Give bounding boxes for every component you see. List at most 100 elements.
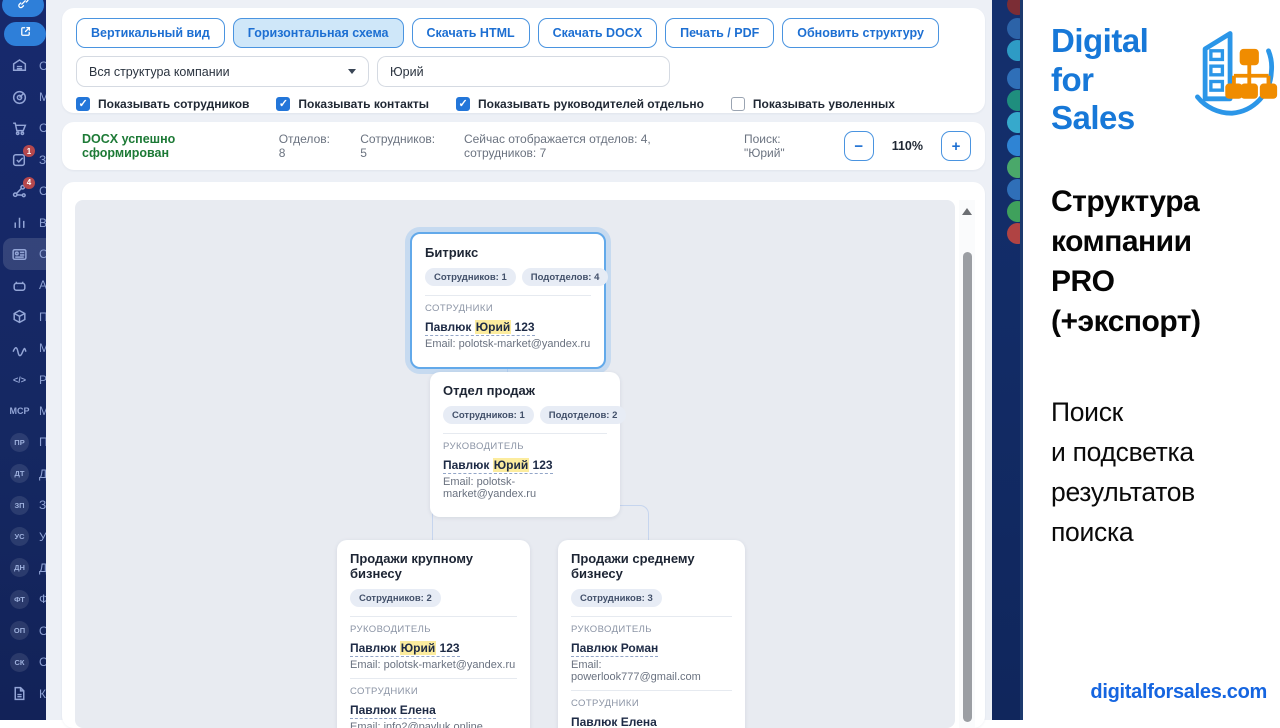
ft-initials-icon: ФТ	[10, 590, 29, 609]
avatar[interactable]	[1007, 179, 1020, 200]
crm-network-icon: 4	[10, 182, 29, 201]
employee-email: Email: powerlook777@gmail.com	[571, 659, 732, 683]
avatar[interactable]	[1007, 135, 1020, 156]
tasks-count-badge: 1	[23, 145, 35, 157]
divider	[350, 616, 517, 617]
refresh-structure-button[interactable]: Обновить структуру	[782, 18, 939, 48]
employee-link[interactable]: Павлюк Елена	[571, 714, 657, 728]
department-badges: Сотрудников: 1 Подотделов: 4	[425, 268, 591, 286]
sidebar-item-ai[interactable]: А	[0, 270, 46, 301]
scroll-up-arrow-icon[interactable]	[962, 208, 972, 215]
departments-count: Отделов: 8	[279, 132, 337, 160]
sidebar-item-pr[interactable]: ПР П	[0, 427, 46, 458]
sidebar-item-us[interactable]: УС У	[0, 521, 46, 552]
department-title: Отдел продаж	[443, 383, 607, 398]
dn-initials-icon: ДН	[10, 558, 29, 577]
structure-filter-select[interactable]: Вся структура компании	[76, 56, 369, 87]
sidebar-item-reports[interactable]: В	[0, 207, 46, 238]
org-card-bitrix: Битрикс Сотрудников: 1 Подотделов: 4 СОТ…	[410, 232, 606, 369]
org-chart-canvas[interactable]: Битрикс Сотрудников: 1 Подотделов: 4 СОТ…	[75, 200, 955, 728]
scrollbar-thumb[interactable]	[963, 252, 972, 722]
sk-initials-icon: СК	[10, 653, 29, 672]
employee-link[interactable]: Павлюк Роман	[571, 640, 658, 657]
print-pdf-button[interactable]: Печать / PDF	[665, 18, 774, 48]
vertical-scrollbar[interactable]	[959, 200, 975, 728]
sidebar-item-marketing[interactable]: М	[0, 81, 46, 112]
document-icon	[10, 684, 29, 703]
horizontal-view-button[interactable]: Горизонтальная схема	[233, 18, 404, 48]
employee-link[interactable]: Павлюк Юрий 123	[425, 319, 535, 336]
sidebar-item-mcp[interactable]: MCP М	[0, 395, 46, 426]
department-badges: Сотрудников: 3	[571, 589, 732, 607]
avatar[interactable]	[1007, 90, 1020, 111]
sidebar-item-tasks[interactable]: 1 За	[0, 144, 46, 175]
checkbox-icon	[276, 97, 290, 111]
avatar[interactable]	[1007, 18, 1020, 39]
link-icon	[17, 0, 30, 14]
download-html-button[interactable]: Скачать HTML	[412, 18, 530, 48]
department-title: Продажи крупному бизнесу	[350, 551, 517, 581]
org-card-medium-business: Продажи среднему бизнесу Сотрудников: 3 …	[558, 540, 745, 728]
sidebar-item-crm[interactable]: 4 С	[0, 176, 46, 207]
sidebar-item-company[interactable]: С	[0, 50, 46, 81]
sidebar-item-ft[interactable]: ФТ Ф	[0, 584, 46, 615]
open-external-button[interactable]	[4, 22, 46, 46]
bar-chart-icon	[10, 213, 29, 232]
pr-initials-icon: ПР	[10, 433, 29, 452]
toolbar: Вертикальный вид Горизонтальная схема Ск…	[62, 8, 985, 113]
avatar[interactable]	[1007, 0, 1020, 15]
employee-email: Email: polotsk-market@yandex.ru	[425, 338, 591, 350]
sidebar-item-op[interactable]: ОП О	[0, 615, 46, 646]
department-title: Продажи среднему бизнесу	[571, 551, 732, 581]
org-card-sales-dept: Отдел продаж Сотрудников: 1 Подотделов: …	[430, 372, 620, 517]
sidebar-item-shop[interactable]: С	[0, 113, 46, 144]
search-highlight: Юрий	[475, 320, 511, 334]
quick-link-button[interactable]	[2, 0, 44, 17]
us-initials-icon: УС	[10, 527, 29, 546]
sidebar-item-docs[interactable]: К	[0, 678, 46, 709]
zp-initials-icon: ЗП	[10, 496, 29, 515]
zoom-in-button[interactable]: +	[941, 131, 971, 161]
avatar[interactable]	[1007, 157, 1020, 178]
sidebar-item-structure-active[interactable]: С	[3, 238, 46, 269]
show-employees-checkbox[interactable]: Показывать сотрудников	[76, 97, 249, 111]
website-url: digitalforsales.com	[1090, 681, 1267, 704]
employees-badge: Сотрудников: 1	[443, 406, 534, 424]
section-heading: РУКОВОДИТЕЛЬ	[571, 624, 732, 635]
sidebar-item-dn[interactable]: ДН Д	[0, 552, 46, 583]
zoom-out-button[interactable]: −	[844, 131, 874, 161]
external-link-icon	[19, 25, 32, 43]
sidebar-item-products[interactable]: П	[0, 301, 46, 332]
show-dismissed-checkbox[interactable]: Показывать уволенных	[731, 97, 895, 111]
promo-heading: Структура компании PRO (+экспорт)	[1051, 182, 1200, 342]
show-heads-separately-checkbox[interactable]: Показывать руководителей отдельно	[456, 97, 704, 111]
robot-icon	[10, 276, 29, 295]
download-docx-button[interactable]: Скачать DOCX	[538, 18, 658, 48]
promo-panel: Digital for Sales Структура компан	[1020, 0, 1280, 720]
sidebar-item-zp[interactable]: ЗП З	[0, 489, 46, 520]
avatar[interactable]	[1007, 223, 1020, 244]
avatar[interactable]	[1007, 201, 1020, 222]
divider	[350, 678, 517, 679]
employee-link[interactable]: Павлюк Юрий 123	[443, 457, 553, 474]
sidebar-item-dt[interactable]: ДТ Д	[0, 458, 46, 489]
section-heading: СОТРУДНИКИ	[425, 303, 591, 314]
show-contacts-checkbox[interactable]: Показывать контакты	[276, 97, 429, 111]
messenger-strip	[992, 0, 1020, 720]
mcp-icon: MCP	[10, 401, 29, 420]
sidebar-item-sign[interactable]: М	[0, 333, 46, 364]
avatar[interactable]	[1007, 112, 1020, 133]
vertical-view-button[interactable]: Вертикальный вид	[76, 18, 225, 48]
sidebar-item-dev[interactable]: </> Р	[0, 364, 46, 395]
avatar[interactable]	[1007, 40, 1020, 61]
employee-link[interactable]: Павлюк Елена	[350, 702, 436, 719]
divider	[571, 616, 732, 617]
brand-logo: Digital for Sales	[1051, 22, 1280, 138]
search-input[interactable]	[377, 56, 670, 87]
cart-icon	[10, 119, 29, 138]
employees-badge: Сотрудников: 3	[571, 589, 662, 607]
sidebar-item-sk[interactable]: СК С	[0, 646, 46, 677]
section-heading: РУКОВОДИТЕЛЬ	[350, 624, 517, 635]
employee-link[interactable]: Павлюк Юрий 123	[350, 640, 460, 657]
avatar[interactable]	[1007, 68, 1020, 89]
